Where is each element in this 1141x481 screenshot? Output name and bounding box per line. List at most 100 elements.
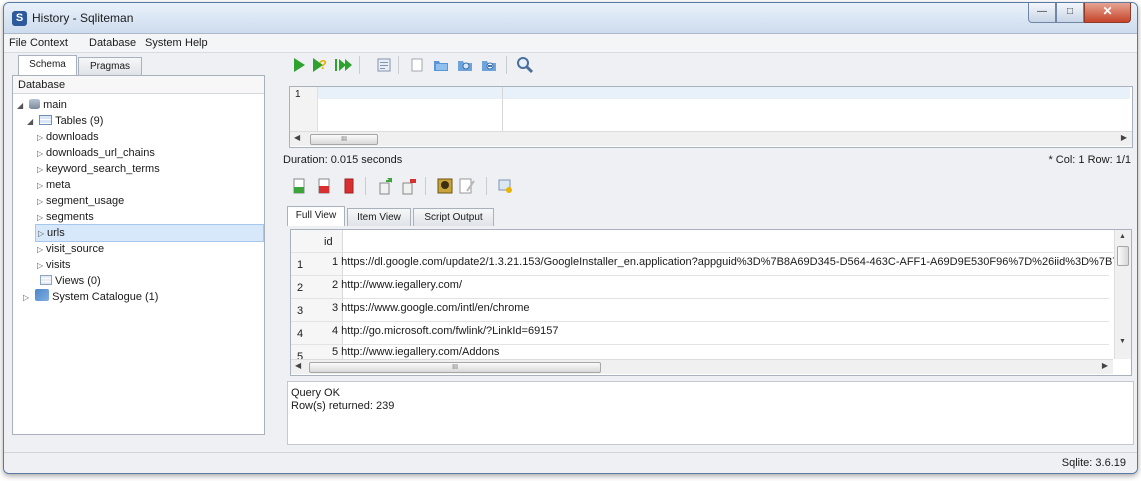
- tree-label: Tables (9): [55, 115, 104, 127]
- tree-node-views[interactable]: Views (0): [37, 273, 101, 289]
- sqliteman-logo-icon: S: [12, 11, 27, 26]
- database-icon: [29, 99, 41, 109]
- tree-label: visit_source: [46, 243, 105, 255]
- cell-value[interactable]: 2 http://www.iegallery.com/: [332, 279, 462, 291]
- menu-help[interactable]: Help: [185, 37, 208, 49]
- title-bar[interactable]: S History - Sqliteman — □ ✕: [4, 3, 1137, 34]
- tab-full-view[interactable]: Full View: [287, 206, 345, 226]
- table-row[interactable]: 2 2 http://www.iegallery.com/: [291, 276, 1109, 299]
- vertical-scroll-thumb[interactable]: [1117, 246, 1129, 266]
- scroll-thumb[interactable]: III: [309, 362, 601, 373]
- schema-tree[interactable]: Database ◢ main ◢ Tables (9) ▷ downloads …: [12, 75, 265, 435]
- cell-value[interactable]: 4 http://go.microsoft.com/fwlink/?LinkId…: [332, 325, 559, 337]
- menu-database[interactable]: Database: [89, 37, 136, 49]
- collapsed-arrow-icon[interactable]: ▷: [23, 290, 32, 306]
- tree-node-tables[interactable]: ◢ Tables (9): [27, 113, 103, 129]
- tree-item-table[interactable]: ▷ visits: [37, 257, 70, 273]
- run-script-icon[interactable]: [334, 57, 354, 73]
- table-row[interactable]: 4 4 http://go.microsoft.com/fwlink/?Link…: [291, 322, 1109, 345]
- grid-corner[interactable]: [291, 230, 343, 252]
- delete-row-icon[interactable]: [341, 178, 357, 194]
- tab-script-output[interactable]: Script Output: [413, 208, 494, 226]
- new-file-icon[interactable]: [409, 57, 425, 73]
- tree-item-table[interactable]: ▷ segments: [37, 209, 94, 225]
- save-as-icon[interactable]: [481, 57, 497, 73]
- grid-horizontal-scrollbar[interactable]: ◀ III ▶: [291, 359, 1113, 374]
- scroll-left-arrow-icon[interactable]: ◀: [294, 133, 300, 142]
- tab-item-view[interactable]: Item View: [347, 208, 411, 226]
- open-file-icon[interactable]: [433, 57, 449, 73]
- query-status: Query OK: [291, 387, 340, 399]
- tree-label: Views (0): [55, 275, 101, 287]
- minimize-button[interactable]: —: [1028, 3, 1056, 23]
- menu-file[interactable]: File: [9, 37, 27, 49]
- menu-system[interactable]: System: [145, 37, 182, 49]
- column-header-id[interactable]: id: [324, 236, 333, 248]
- cell-value[interactable]: 1 https://dl.google.com/update2/1.3.21.1…: [332, 256, 1125, 268]
- editor-horizontal-scrollbar[interactable]: ◀ III ▶: [290, 131, 1132, 146]
- menu-context[interactable]: Context: [30, 37, 68, 49]
- blob-preview-icon[interactable]: [436, 177, 454, 195]
- grid-vertical-scrollbar[interactable]: ▲ ▼: [1114, 230, 1131, 359]
- export-data-icon[interactable]: [497, 178, 513, 194]
- tree-node-main[interactable]: ◢ main: [17, 97, 67, 113]
- cell-value[interactable]: 3 https://www.google.com/intl/en/chrome: [332, 302, 529, 314]
- close-button[interactable]: ✕: [1084, 3, 1131, 23]
- collapsed-arrow-icon[interactable]: ▷: [37, 130, 46, 146]
- table-row[interactable]: 3 3 https://www.google.com/intl/en/chrom…: [291, 299, 1109, 322]
- table-row[interactable]: 5 5 http://www.iegallery.com/Addons: [291, 345, 1109, 359]
- tree-item-table[interactable]: ▷ keyword_search_terms: [37, 161, 160, 177]
- tree-item-table[interactable]: ▷ downloads_url_chains: [37, 145, 155, 161]
- explain-sql-icon[interactable]: ?: [311, 56, 329, 74]
- query-builder-icon[interactable]: [376, 57, 392, 73]
- table-row[interactable]: 1 1 https://dl.google.com/update2/1.3.21…: [291, 253, 1125, 276]
- collapsed-arrow-icon[interactable]: ▷: [38, 226, 47, 242]
- sql-editor[interactable]: 1 ◀ III ▶: [289, 86, 1133, 148]
- remove-row-icon[interactable]: [400, 177, 418, 195]
- collapsed-arrow-icon[interactable]: ▷: [37, 162, 46, 178]
- rollback-icon[interactable]: [316, 178, 332, 194]
- tree-node-system-catalogue[interactable]: ▷ System Catalogue (1): [23, 289, 158, 305]
- results-grid[interactable]: id 1 1 https://dl.google.com/update2/1.3…: [290, 229, 1132, 376]
- scroll-right-arrow-icon[interactable]: ▶: [1121, 133, 1127, 142]
- tree-item-table[interactable]: ▷ visit_source: [37, 241, 104, 257]
- expanded-arrow-icon[interactable]: ◢: [17, 98, 26, 114]
- sqlite-version: Sqlite: 3.6.19: [1061, 457, 1126, 469]
- scroll-down-arrow-icon[interactable]: ▼: [1119, 338, 1126, 345]
- line-number-gutter: 1: [290, 87, 318, 131]
- expanded-arrow-icon[interactable]: ◢: [27, 114, 36, 130]
- collapsed-arrow-icon[interactable]: ▷: [37, 194, 46, 210]
- collapsed-arrow-icon[interactable]: ▷: [37, 242, 46, 258]
- maximize-button[interactable]: □: [1056, 3, 1084, 23]
- menu-bar: File Context Database System Help: [4, 34, 1137, 53]
- view-icon: [40, 275, 52, 285]
- duration-label: Duration: 0.015 seconds: [283, 154, 403, 166]
- save-file-icon[interactable]: [457, 57, 473, 73]
- scroll-thumb[interactable]: III: [310, 134, 378, 145]
- tree-item-table[interactable]: ▷ meta: [37, 177, 70, 193]
- scroll-up-arrow-icon[interactable]: ▲: [1119, 233, 1126, 240]
- scroll-right-arrow-icon[interactable]: ▶: [1102, 361, 1108, 370]
- collapsed-arrow-icon[interactable]: ▷: [37, 258, 46, 274]
- toolbar-separator: [398, 56, 399, 74]
- tab-pragmas[interactable]: Pragmas: [78, 57, 142, 75]
- insert-row-icon[interactable]: [377, 177, 395, 195]
- run-sql-icon[interactable]: [291, 57, 307, 73]
- commit-icon[interactable]: [291, 178, 307, 194]
- scroll-left-arrow-icon[interactable]: ◀: [295, 361, 301, 370]
- line-number: 1: [295, 89, 301, 100]
- edit-document-icon[interactable]: [458, 177, 476, 195]
- row-number: 4: [297, 328, 304, 340]
- tree-item-table[interactable]: ▷ downloads: [37, 129, 99, 145]
- tab-schema[interactable]: Schema: [18, 55, 77, 75]
- toolbar-separator: [365, 177, 366, 195]
- search-icon[interactable]: [516, 56, 534, 74]
- row-number: 1: [297, 259, 304, 271]
- window-title: History - Sqliteman: [32, 11, 134, 25]
- schema-pane: Schema Pragmas Database ◢ main ◢ Tables …: [12, 55, 265, 435]
- tree-item-table[interactable]: ▷ segment_usage: [37, 193, 124, 209]
- cell-value[interactable]: 5 http://www.iegallery.com/Addons: [332, 346, 499, 358]
- tree-item-table-selected[interactable]: ▷ urls: [35, 224, 264, 242]
- collapsed-arrow-icon[interactable]: ▷: [37, 146, 46, 162]
- collapsed-arrow-icon[interactable]: ▷: [37, 178, 46, 194]
